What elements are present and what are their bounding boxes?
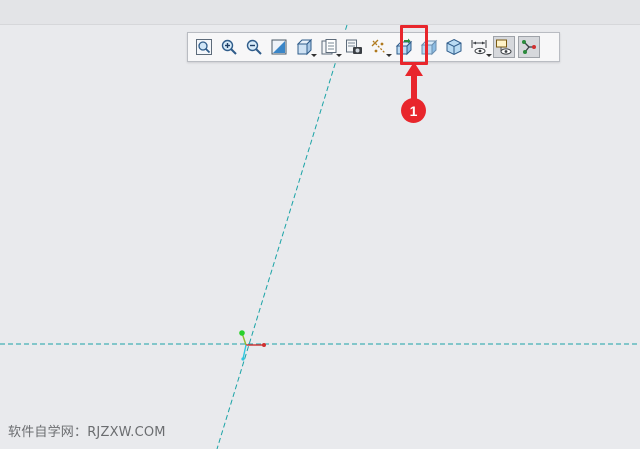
repaint-icon <box>271 39 287 55</box>
graphics-toolbar <box>187 32 560 62</box>
zoom-in-icon <box>221 39 237 55</box>
saved-views-button[interactable] <box>318 36 342 58</box>
datum-display-button[interactable] <box>368 36 392 58</box>
step-number-badge: 1 <box>401 98 426 123</box>
sketch-canvas[interactable] <box>0 0 640 449</box>
highlight-box <box>400 25 428 65</box>
zoom-out-icon <box>246 39 262 55</box>
dimension-display-icon <box>471 40 487 55</box>
saved-views-icon <box>321 39 337 55</box>
repaint-button[interactable] <box>268 36 290 58</box>
vertical-centerline <box>216 24 348 449</box>
datum-display-icon <box>371 39 386 54</box>
shaded-edges-button[interactable] <box>443 36 465 58</box>
dimension-display-button[interactable] <box>468 36 492 58</box>
view-orientation-icon <box>296 38 313 56</box>
view-orientation-button[interactable] <box>293 36 317 58</box>
hidden-line-button[interactable] <box>493 36 515 58</box>
shaded-edges-icon <box>446 38 462 56</box>
hidden-line-icon <box>496 39 512 55</box>
zoom-fit-button[interactable] <box>193 36 215 58</box>
display-style-button[interactable] <box>343 36 365 58</box>
callout-arrow <box>405 62 423 102</box>
display-style-icon <box>346 39 362 54</box>
zoom-fit-icon <box>196 39 212 55</box>
coordinate-system-marker <box>239 330 266 361</box>
constraint-display-button[interactable] <box>518 36 540 58</box>
constraint-display-icon <box>522 40 536 54</box>
zoom-in-button[interactable] <box>218 36 240 58</box>
zoom-out-button[interactable] <box>243 36 265 58</box>
watermark-text: 软件自学网：RJZXW.COM <box>8 425 166 440</box>
